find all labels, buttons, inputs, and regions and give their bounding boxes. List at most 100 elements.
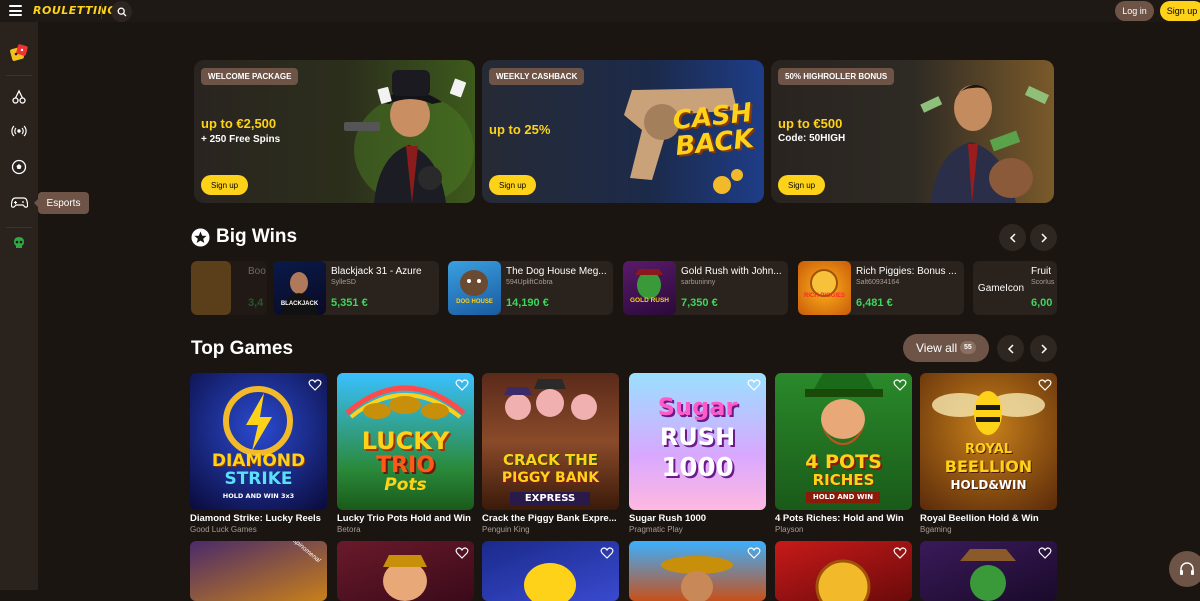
big-win-thumb: GameIcon (973, 261, 1029, 315)
support-chat-button[interactable] (1169, 551, 1200, 587)
search-button[interactable] (111, 1, 132, 22)
heart-icon[interactable] (455, 546, 469, 560)
heart-icon[interactable] (455, 378, 469, 392)
logo[interactable]: ROULETTINO (33, 4, 117, 17)
sidebar-item-esports[interactable] (8, 191, 30, 213)
big-wins-next-button[interactable] (1030, 224, 1057, 251)
headset-icon (1180, 562, 1194, 575)
game-card[interactable] (337, 541, 474, 601)
big-win-game: The Dog House Meg... (506, 266, 607, 277)
promo-card-welcome[interactable]: WELCOME PACKAGE up to €2,500 + 250 Free … (194, 60, 475, 203)
top-games-prev-button[interactable] (997, 335, 1024, 362)
heart-icon[interactable] (1038, 546, 1052, 560)
chevron-left-icon (1009, 232, 1016, 243)
big-win-amount: 5,351 € (331, 297, 368, 309)
big-win-user: Scorlus (1031, 279, 1055, 286)
game-card[interactable]: Sugar RUSH 1000 Sugar Rush 1000 Pragmati… (629, 373, 766, 534)
big-win-amount: 7,350 € (681, 297, 718, 309)
big-win-card[interactable]: GOLD RUSH Gold Rush with John... sarbuni… (623, 261, 788, 315)
game-provider: Bgaming (920, 525, 952, 534)
game-card[interactable]: 4 POTS RICHES HOLD AND WIN 4 Pots Riches… (775, 373, 912, 534)
game-card[interactable]: Spinomenal (190, 541, 327, 601)
promo-signup-button[interactable]: Sign up (489, 175, 537, 195)
game-card[interactable]: LUCKY TRIO Pots Lucky Trio Pots Hold and… (337, 373, 474, 534)
gangster-illustration (344, 70, 474, 203)
big-win-game: Boo (248, 266, 266, 277)
big-win-card[interactable]: DOG HOUSE The Dog House Meg... 594Uplift… (448, 261, 613, 315)
view-all-label: View all (916, 341, 958, 355)
big-win-game: Rich Piggies: Bonus ... (856, 266, 957, 277)
cherry-icon (12, 89, 26, 104)
heart-icon[interactable] (600, 546, 614, 560)
game-provider: Betora (337, 525, 361, 534)
game-card[interactable]: ROYAL BEELLION HOLD&WIN Royal Beellion H… (920, 373, 1057, 534)
game-provider: Good Luck Games (190, 525, 257, 534)
big-win-user: sarbuninny (681, 279, 716, 286)
big-win-thumb (191, 261, 231, 315)
promo-signup-button[interactable]: Sign up (778, 175, 826, 195)
big-win-amount: 6,00 (1031, 297, 1053, 309)
promo-subline: Code: 50HIGH (778, 133, 846, 144)
big-wins-prev-button[interactable] (999, 224, 1026, 251)
heart-icon[interactable] (893, 546, 907, 560)
big-win-card[interactable]: RICH PIGGIES Rich Piggies: Bonus ... Sal… (798, 261, 964, 315)
signup-button[interactable]: Sign up (1160, 1, 1200, 21)
big-win-amount: 3,4 (248, 297, 264, 309)
sidebar-item-sports[interactable] (8, 156, 30, 178)
big-win-thumb: DOG HOUSE (448, 261, 501, 315)
big-win-user: SylleSD (331, 279, 356, 286)
big-win-card-faded[interactable]: Boo 3,4 (191, 261, 267, 315)
heart-icon[interactable] (747, 378, 761, 392)
sidebar-item-special[interactable] (8, 232, 30, 254)
big-win-card-partial[interactable]: GameIcon Fruit Scorlus 6,00 (973, 261, 1057, 315)
big-win-game: Blackjack 31 - Azure (331, 266, 422, 277)
chevron-right-icon (1040, 232, 1047, 243)
sidebar-item-live[interactable] (8, 120, 30, 142)
heart-icon[interactable] (1038, 378, 1052, 392)
heart-icon[interactable] (308, 378, 322, 392)
promo-signup-button[interactable]: Sign up (201, 175, 249, 195)
game-card[interactable] (920, 541, 1057, 601)
heart-icon[interactable] (893, 378, 907, 392)
promo-card-highroller[interactable]: 50% HIGHROLLER BONUS up to €500 Code: 50… (771, 60, 1054, 203)
promo-tag: 50% HIGHROLLER BONUS (778, 68, 895, 85)
game-card[interactable] (482, 541, 619, 601)
game-card[interactable]: CRACK THE PIGGY BANK EXPRESS Crack the P… (482, 373, 619, 534)
top-games-title: Top Games (191, 338, 294, 359)
chevron-right-icon (1040, 343, 1047, 354)
sidebar-item-slots[interactable] (8, 86, 30, 108)
top-games-next-button[interactable] (1030, 335, 1057, 362)
promo-tag: WELCOME PACKAGE (201, 68, 299, 85)
cashback-art-text: CASH BACK (671, 97, 756, 163)
game-title: Royal Beellion Hold & Win (920, 513, 1039, 524)
menu-icon[interactable] (9, 5, 22, 16)
game-card[interactable]: DIAMOND STRIKE HOLD AND WIN 3x3 Diamond … (190, 373, 327, 534)
game-thumbnail: CRACK THE PIGGY BANK EXPRESS (482, 373, 619, 510)
game-card[interactable] (775, 541, 912, 601)
provider-badge: Spinomenal (290, 541, 322, 565)
view-all-count: 55 (960, 341, 976, 354)
game-title: 4 Pots Riches: Hold and Win (775, 513, 904, 524)
sidebar-item-casino[interactable] (8, 42, 30, 64)
view-all-button[interactable]: View all 55 (903, 334, 989, 362)
login-button[interactable]: Log in (1115, 1, 1154, 21)
sidebar-tooltip: Esports (34, 192, 89, 214)
big-win-card[interactable]: BLACKJACK Blackjack 31 - Azure SylleSD 5… (273, 261, 439, 315)
promo-headline: up to €500 (778, 116, 843, 131)
big-win-thumb: RICH PIGGIES (798, 261, 851, 315)
promo-subline: + 250 Free Spins (201, 134, 281, 145)
promo-headline: up to 25% (489, 122, 551, 137)
game-card[interactable] (629, 541, 766, 601)
game-thumbnail: DIAMOND STRIKE HOLD AND WIN 3x3 (190, 373, 327, 510)
big-win-user: Salt60934164 (856, 279, 900, 286)
star-icon (191, 228, 210, 247)
big-win-thumb: BLACKJACK (273, 261, 326, 315)
heart-icon[interactable] (747, 546, 761, 560)
game-title: Diamond Strike: Lucky Reels (190, 513, 321, 524)
search-icon (117, 7, 126, 16)
promo-card-cashback[interactable]: WEEKLY CASHBACK up to 25% Sign up CASH BA… (482, 60, 764, 203)
game-provider: Playson (775, 525, 804, 534)
big-win-thumb: GOLD RUSH (623, 261, 676, 315)
game-thumbnail: Sugar RUSH 1000 (629, 373, 766, 510)
big-win-game: Fruit (1031, 266, 1051, 277)
